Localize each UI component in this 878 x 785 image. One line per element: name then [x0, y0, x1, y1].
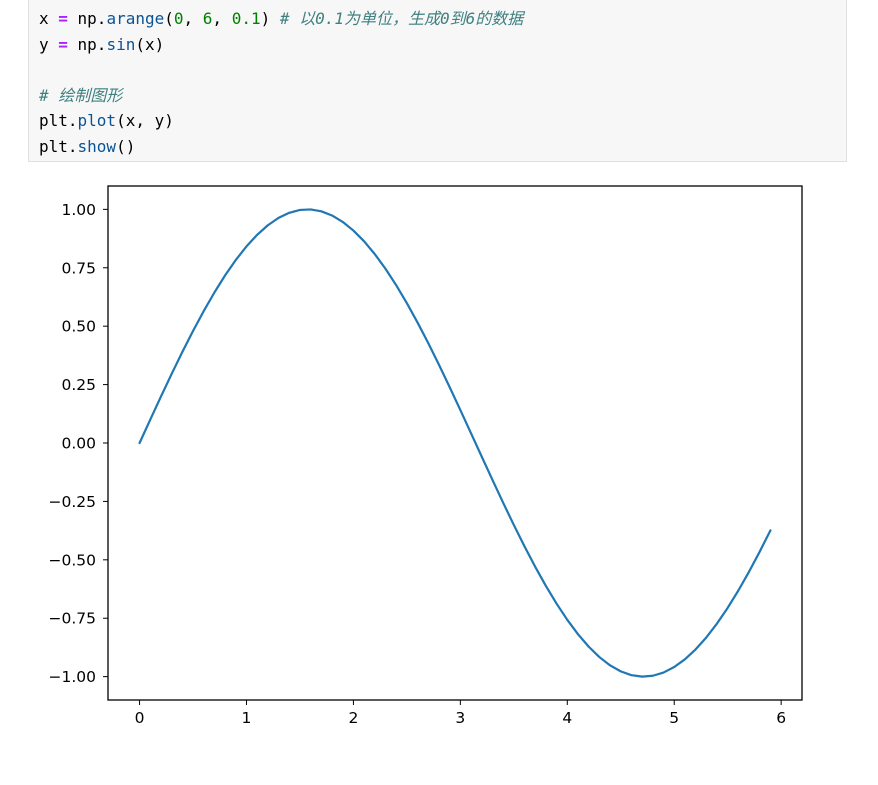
- code-token-num: 0: [173, 9, 184, 28]
- code-line: x = np.arange(0, 6, 0.1) # 以0.1为单位，生成0到6…: [39, 6, 523, 32]
- code-token-plain: (x, y): [116, 111, 174, 130]
- x-tick-label: 4: [562, 709, 572, 727]
- code-line: plt.plot(x, y): [39, 108, 523, 134]
- code-token-plain: ): [260, 9, 280, 28]
- code-token-comment: # 以0.1为单位，生成0到6的数据: [279, 9, 524, 28]
- y-tick-label: 0.75: [61, 259, 96, 277]
- y-tick-label: −0.75: [49, 610, 97, 628]
- code-token-plain: ,: [212, 9, 232, 28]
- code-token-attr: show: [77, 136, 117, 156]
- code-token-plain: x: [39, 9, 59, 28]
- code-token-op: =: [58, 34, 68, 54]
- code-token-plain: plt.: [39, 136, 78, 156]
- code-token-attr: plot: [77, 111, 117, 130]
- x-tick-label: 0: [135, 709, 145, 727]
- code-token-plain: np.: [67, 34, 107, 54]
- code-token-plain: plt.: [39, 111, 78, 130]
- code-editor[interactable]: x = np.arange(0, 6, 0.1) # 以0.1为单位，生成0到6…: [39, 6, 523, 159]
- code-token-attr: sin: [106, 34, 136, 54]
- code-token-plain: (x): [135, 34, 165, 54]
- code-token-comment: # 绘制图形: [39, 85, 123, 105]
- code-token-plain: (): [116, 136, 136, 156]
- y-tick-label: 0.25: [61, 376, 96, 394]
- line-chart: 0 1 2 3 4 5 6 1.00 0.75 0.50 0.25 0.00 −0.25 −0.50 −0.…: [49, 185, 803, 727]
- code-token-num: 6: [202, 9, 213, 28]
- plot-output: 0 1 2 3 4 5 6 1.00 0.75 0.50 0.25 0.00 −0.25 −0.50 −0.…: [0, 162, 878, 781]
- y-tick-label: 1.00: [61, 201, 96, 219]
- code-line: plt.show(): [39, 134, 523, 160]
- code-line: y = np.sin(x): [39, 32, 523, 58]
- code-line: # 绘制图形: [39, 83, 523, 109]
- code-token-plain: (: [164, 9, 174, 28]
- y-tick-label: 0.50: [61, 318, 96, 336]
- y-tick-label: −1.00: [49, 668, 97, 686]
- x-tick-label: 5: [669, 709, 679, 727]
- y-tick-label: −0.25: [49, 493, 97, 511]
- y-tick-label: 0.00: [61, 435, 96, 453]
- code-token-plain: np.: [67, 9, 107, 28]
- code-cell-input[interactable]: x = np.arange(0, 6, 0.1) # 以0.1为单位，生成0到6…: [28, 0, 847, 162]
- code-token-plain: ,: [183, 9, 203, 28]
- x-tick-label: 3: [455, 709, 465, 727]
- y-tick-label: −0.50: [49, 551, 97, 569]
- plot-area-frame: [107, 185, 803, 701]
- x-tick-label: 1: [242, 709, 252, 727]
- x-tick-label: 2: [348, 709, 358, 727]
- x-tick-label: 6: [776, 709, 786, 727]
- code-token-op: =: [58, 9, 68, 28]
- code-token-num: 0.1: [231, 9, 261, 28]
- code-token-attr: arange: [106, 9, 165, 28]
- sine-series-line: [138, 208, 772, 678]
- code-token-plain: y: [39, 34, 59, 54]
